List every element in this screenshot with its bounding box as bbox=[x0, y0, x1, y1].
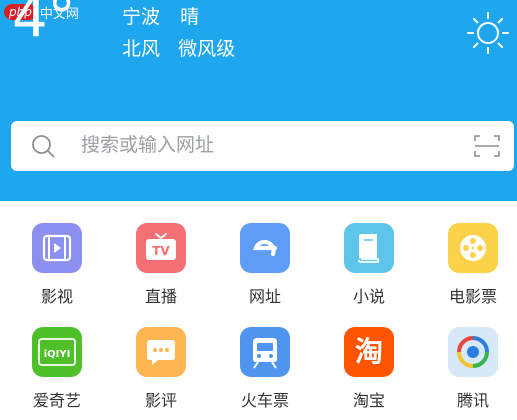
wind-direction: 北风 bbox=[122, 38, 161, 60]
search-icon bbox=[32, 135, 55, 158]
web-e-icon bbox=[240, 223, 290, 273]
book-icon bbox=[344, 223, 394, 273]
city-condition[interactable]: 宁波 晴 bbox=[122, 8, 199, 27]
comment-icon bbox=[136, 327, 186, 377]
film-reel-icon bbox=[448, 223, 498, 273]
taobao-text: 淘 bbox=[354, 335, 383, 368]
video-icon bbox=[32, 223, 82, 273]
search-input[interactable]: 搜索或输入网址 bbox=[81, 135, 214, 156]
shortcut-label: 爱奇艺 bbox=[32, 391, 81, 410]
tv-text: TV bbox=[152, 244, 170, 258]
shortcut-label: 直播 bbox=[144, 287, 177, 306]
city-name: 宁波 bbox=[122, 6, 161, 28]
scan-icon[interactable] bbox=[474, 134, 500, 158]
weather-header: php 中文网 4° 宁波 晴 北风 微风级 搜索或输入网址 bbox=[0, 0, 517, 201]
shortcut-label: 影评 bbox=[144, 391, 177, 410]
tv-icon: TV bbox=[136, 223, 186, 273]
wind-info[interactable]: 北风 微风级 bbox=[122, 40, 235, 59]
shortcut-label: 网址 bbox=[248, 287, 281, 306]
sun-icon[interactable] bbox=[466, 11, 510, 55]
iqiyi-icon: iQIYI bbox=[32, 327, 82, 377]
shortcut-label: 火车票 bbox=[240, 391, 289, 410]
search-bar[interactable]: 搜索或输入网址 bbox=[11, 121, 514, 171]
weather-condition: 晴 bbox=[180, 6, 200, 28]
wind-level: 微风级 bbox=[178, 38, 236, 60]
shortcut-label: 淘宝 bbox=[352, 391, 385, 410]
shortcut-grid: 影视 TV 直播 网址 小说 电影票 iQIYI 爱奇艺 影评 火车票 淘 淘宝… bbox=[0, 201, 517, 420]
shortcut-label: 腾讯 bbox=[456, 391, 489, 410]
temperature[interactable]: 4° bbox=[12, 0, 76, 46]
iqiyi-text: iQIYI bbox=[44, 349, 71, 360]
tencent-news-icon bbox=[448, 327, 498, 377]
shortcut-label: 小说 bbox=[352, 287, 385, 306]
shortcut-label: 影视 bbox=[40, 287, 73, 306]
taobao-icon: 淘 bbox=[344, 327, 394, 377]
shortcut-label: 电影票 bbox=[448, 287, 497, 306]
train-icon bbox=[240, 327, 290, 377]
